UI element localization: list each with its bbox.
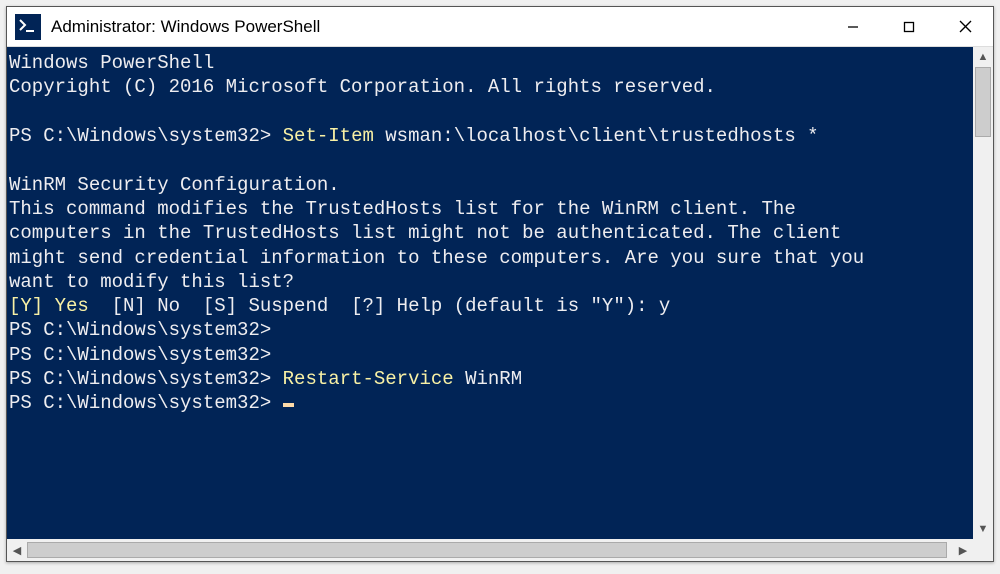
close-button[interactable] — [937, 7, 993, 46]
window-title: Administrator: Windows PowerShell — [51, 17, 825, 37]
vertical-scrollbar[interactable]: ▲ ▼ — [973, 47, 993, 539]
choice-input: y — [659, 295, 670, 317]
horizontal-scrollbar[interactable]: ◀ ▶ — [7, 539, 993, 561]
terminal-output[interactable]: Windows PowerShell Copyright (C) 2016 Mi… — [7, 47, 973, 539]
maximize-button[interactable] — [881, 7, 937, 46]
minimize-button[interactable] — [825, 7, 881, 46]
prompt: PS C:\Windows\system32> — [9, 344, 271, 366]
scroll-up-icon[interactable]: ▲ — [973, 47, 993, 67]
horizontal-scroll-track[interactable] — [27, 539, 953, 561]
scroll-left-icon[interactable]: ◀ — [7, 539, 27, 561]
choice-y-label: Yes — [55, 295, 89, 317]
vertical-scroll-thumb[interactable] — [975, 67, 991, 137]
scroll-down-icon[interactable]: ▼ — [973, 519, 993, 539]
choice-options: [N] No [S] Suspend [?] Help (default is … — [89, 295, 659, 317]
scrollbar-corner — [973, 539, 993, 561]
ps-header-line: Windows PowerShell — [9, 52, 214, 74]
cmdlet-set-item: Set-Item — [283, 125, 374, 147]
prompt: PS C:\Windows\system32> — [9, 368, 271, 390]
prompt: PS C:\Windows\system32> — [9, 125, 271, 147]
cmd2-args: WinRM — [454, 368, 522, 390]
scroll-right-icon[interactable]: ▶ — [953, 539, 973, 561]
warning-title: WinRM Security Configuration. — [9, 174, 340, 196]
cursor — [283, 403, 294, 407]
warning-line: This command modifies the TrustedHosts l… — [9, 198, 796, 220]
prompt: PS C:\Windows\system32> — [9, 319, 271, 341]
powershell-icon — [15, 14, 41, 40]
choice-y-key: [Y] — [9, 295, 55, 317]
warning-line: might send credential information to the… — [9, 247, 864, 269]
horizontal-scroll-thumb[interactable] — [27, 542, 947, 558]
window-controls — [825, 7, 993, 46]
terminal-container: Windows PowerShell Copyright (C) 2016 Mi… — [7, 47, 993, 539]
cmdlet-restart-service: Restart-Service — [283, 368, 454, 390]
ps-copyright-line: Copyright (C) 2016 Microsoft Corporation… — [9, 76, 716, 98]
titlebar[interactable]: Administrator: Windows PowerShell — [7, 7, 993, 47]
prompt: PS C:\Windows\system32> — [9, 392, 271, 414]
cmd1-args: wsman:\localhost\client\trustedhosts * — [374, 125, 819, 147]
warning-line: want to modify this list? — [9, 271, 294, 293]
powershell-window: Administrator: Windows PowerShell Window… — [6, 6, 994, 562]
warning-line: computers in the TrustedHosts list might… — [9, 222, 841, 244]
